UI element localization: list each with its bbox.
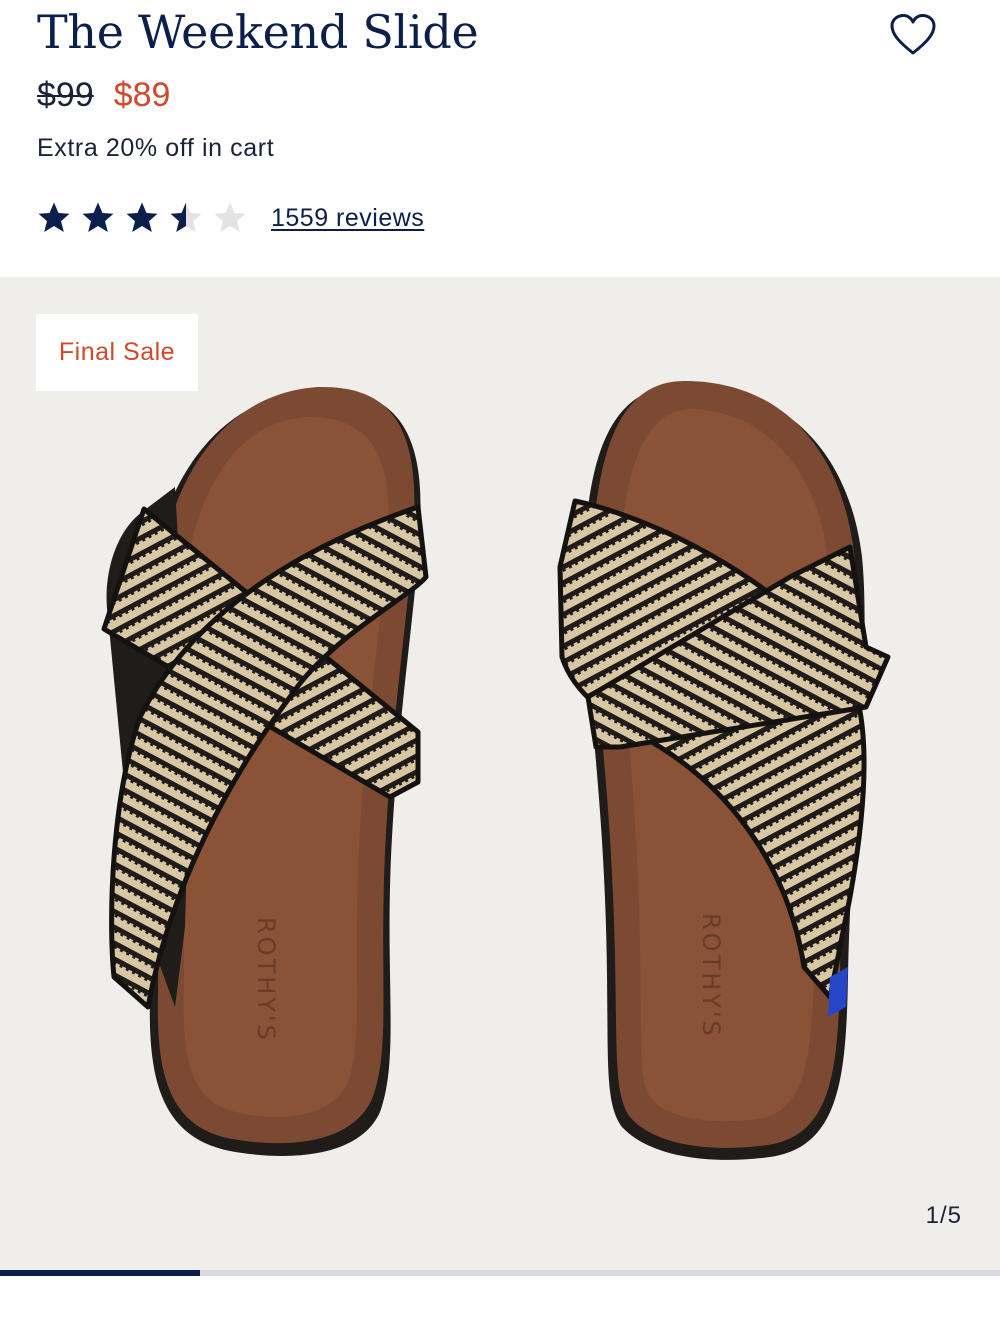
left-sandal: ROTHY'S: [101, 386, 429, 1156]
star-icon: [38, 202, 70, 232]
gallery-progress-bar: [0, 1270, 1000, 1276]
star-rating: [37, 201, 257, 235]
final-sale-badge: Final Sale: [36, 314, 198, 391]
sale-price: $89: [113, 75, 171, 114]
right-sandal: ROTHY'S: [557, 380, 891, 1160]
image-counter: 1/5: [925, 1202, 962, 1229]
star-icon: [214, 202, 246, 232]
original-price: $99: [37, 75, 94, 114]
product-gallery[interactable]: ROTHY'S ROTHY'S Final Sale 1/5: [0, 277, 1000, 1270]
product-title: The Weekend Slide: [37, 5, 479, 59]
insole-brand-left: ROTHY'S: [252, 917, 280, 1043]
star-icon: [126, 202, 158, 232]
insole-brand-right: ROTHY'S: [697, 913, 725, 1039]
gallery-progress-fill: [0, 1270, 200, 1276]
rating-row: 1559 reviews: [37, 199, 424, 237]
promo-text: Extra 20% off in cart: [37, 134, 275, 162]
star-icon: [170, 202, 202, 232]
reviews-link[interactable]: 1559 reviews: [271, 204, 424, 233]
favorite-button[interactable]: [889, 13, 937, 57]
heart-outline-icon: [890, 14, 936, 55]
star-icon: [82, 202, 114, 232]
product-image: ROTHY'S ROTHY'S: [101, 380, 891, 1160]
price-row: $99 $89: [37, 72, 170, 118]
